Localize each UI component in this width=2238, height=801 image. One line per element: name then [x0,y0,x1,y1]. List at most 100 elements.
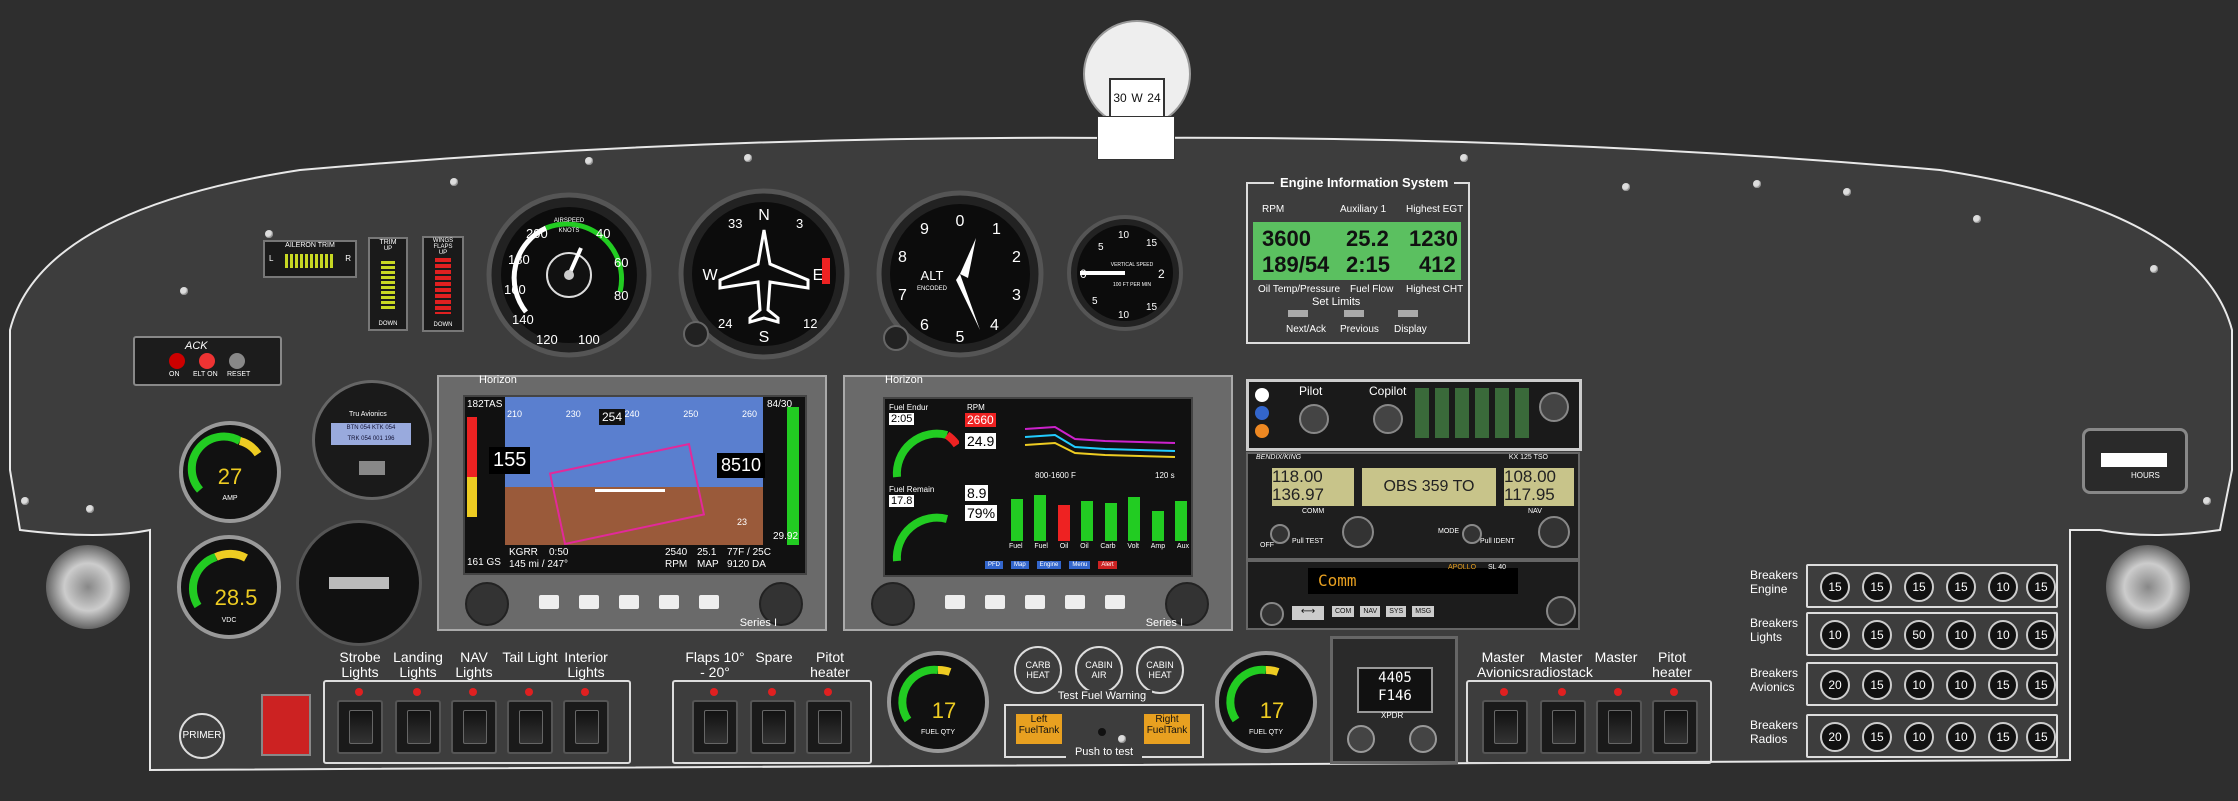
apollo-flip-button[interactable]: ⟷ [1292,606,1324,620]
breaker[interactable]: 15 [2026,572,2056,602]
efis-softkey[interactable] [619,595,639,609]
eis-next-button[interactable] [1288,310,1308,317]
airspeed-tick: 160 [504,282,526,297]
master-switch[interactable] [261,694,311,756]
master-label: Master [1594,649,1638,665]
altimeter: 0 1 2 3 4 5 6 7 8 9 ALT ENCODED [876,190,1044,358]
hobbs-meter: HOURS [2082,428,2188,494]
breaker[interactable]: 10 [1988,620,2018,650]
eis-footer: Highest CHT [1406,284,1464,295]
fuel-warning-panel: Test Fuel Warning Left FuelTank Right Fu… [1004,690,1204,758]
breaker[interactable]: 10 [1946,620,1976,650]
autopilot-knob[interactable] [359,461,385,475]
nav-volume-knob[interactable] [1462,524,1482,544]
efis-softkey[interactable] [579,595,599,609]
apollo-sys-button[interactable]: SYS [1386,606,1407,617]
left-air-vent[interactable] [46,545,130,629]
apollo-msg-button[interactable]: MSG [1412,606,1435,617]
eis-previous-button[interactable] [1344,310,1364,317]
apollo-comm-radio: Comm APOLLO SL 40 ⟷ COM NAV SYS MSG [1246,560,1580,630]
comm-tune-knob[interactable] [1342,516,1374,548]
elt-reset-button[interactable] [229,353,245,369]
efis-softkey[interactable] [539,595,559,609]
master-switch-2[interactable] [1596,688,1642,754]
efis-tab-alert[interactable]: Alert [1098,561,1117,569]
flaps-switch[interactable] [692,688,738,754]
pitot-heater-2-switch[interactable] [1652,688,1698,754]
volume-knob[interactable] [1270,524,1290,544]
efis-softkey[interactable] [1025,595,1045,609]
breaker[interactable]: 20 [1820,670,1850,700]
spare-switch[interactable] [750,688,796,754]
efis-softkey[interactable] [945,595,965,609]
breakers-lights-label: Breakers Lights [1750,616,1799,644]
strobe-lights-switch[interactable] [337,688,383,754]
eis-display-button[interactable] [1398,310,1418,317]
nav-tune-knob[interactable] [1538,516,1570,548]
breaker[interactable]: 15 [2026,722,2056,752]
apollo-com-button[interactable]: COM [1332,606,1355,617]
efis-heading: 254 [599,409,626,425]
breaker[interactable]: 15 [2026,670,2056,700]
efis-tab-map[interactable]: Map [1011,561,1029,569]
breaker[interactable]: 10 [1946,670,1976,700]
right-fuel-tank-warning[interactable]: Right FuelTank [1144,714,1190,744]
breaker[interactable]: 20 [1820,722,1850,752]
cabin-air-knob[interactable]: CABIN AIR [1075,646,1123,694]
efis-tab-engine[interactable]: Engine [1036,561,1062,569]
interior-lights-switch[interactable] [563,688,609,754]
breaker[interactable]: 10 [1904,670,1934,700]
audio-knob[interactable] [1539,392,1569,422]
breaker[interactable]: 10 [1820,620,1850,650]
heading-bug-knob[interactable] [683,321,709,347]
apollo-tune-knob[interactable] [1546,596,1576,626]
breaker[interactable]: 15 [1904,572,1934,602]
breaker[interactable]: 15 [1946,572,1976,602]
off-label: OFF [1260,542,1274,549]
breaker[interactable]: 15 [1862,722,1892,752]
carb-heat-knob[interactable]: CARB HEAT [1014,646,1062,694]
efis-left-knob[interactable] [465,582,509,626]
breaker[interactable]: 10 [1988,572,2018,602]
breaker[interactable]: 15 [1988,670,2018,700]
breaker[interactable]: 15 [1820,572,1850,602]
efis-tab-pfd[interactable]: PFD [985,561,1003,569]
nav-lights-switch[interactable] [451,688,497,754]
breakers-engine-row: 15 15 15 15 10 15 [1806,564,2058,608]
breaker[interactable]: 10 [1946,722,1976,752]
landing-lights-switch[interactable] [395,688,441,754]
cabin-heat-knob[interactable]: CABIN HEAT [1136,646,1184,694]
fuel-test-button[interactable] [1098,728,1106,736]
tail-light-switch[interactable] [507,688,553,754]
breaker[interactable]: 50 [1904,620,1934,650]
efis-softkey[interactable] [985,595,1005,609]
master-radiostack-switch[interactable] [1540,688,1586,754]
master-avionics-switch[interactable] [1482,688,1528,754]
apollo-nav-button[interactable]: NAV [1360,606,1381,617]
breaker[interactable]: 15 [1862,670,1892,700]
primer-button[interactable]: PRIMER [179,713,225,759]
breaker[interactable]: 10 [1904,722,1934,752]
pilot-volume-knob[interactable] [1299,404,1329,434]
altimeter-tick: 7 [898,287,907,304]
flaps-up-label: UP [438,250,448,256]
xpdr-code-knob[interactable] [1409,725,1437,753]
apollo-volume-knob[interactable] [1260,602,1284,626]
efis-softkey[interactable] [1065,595,1085,609]
efis-tab-menu[interactable]: Menu [1069,561,1091,569]
pitot-heater-switch[interactable] [806,688,852,754]
efis-softkey[interactable] [659,595,679,609]
breaker[interactable]: 15 [1862,572,1892,602]
elt-on-button[interactable] [169,353,185,369]
efis-softkey[interactable] [699,595,719,609]
efis-softkey[interactable] [1105,595,1125,609]
breaker[interactable]: 15 [1862,620,1892,650]
breaker[interactable]: 15 [1988,722,2018,752]
copilot-volume-knob[interactable] [1373,404,1403,434]
xpdr-mode-knob[interactable] [1347,725,1375,753]
efis-left-knob[interactable] [871,582,915,626]
left-fuel-tank-warning[interactable]: Left FuelTank [1016,714,1062,744]
breaker[interactable]: 15 [2026,620,2056,650]
right-air-vent[interactable] [2106,545,2190,629]
altimeter-baro-knob[interactable] [883,325,909,351]
